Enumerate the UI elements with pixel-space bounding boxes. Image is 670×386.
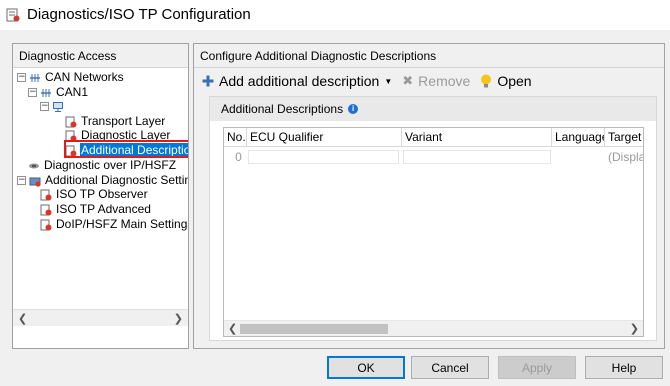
tree-item-diagnostic-over-ip[interactable]: Diagnostic over IP/HSFZ <box>28 158 177 173</box>
open-button[interactable]: Open <box>480 73 532 89</box>
settings-doc-icon <box>40 219 52 230</box>
ok-button[interactable]: OK <box>327 356 405 379</box>
window-title: Diagnostics/ISO TP Configuration <box>27 6 251 23</box>
tree-item-can-networks[interactable]: − CAN Networks <box>17 70 125 85</box>
open-label: Open <box>497 73 532 89</box>
remove-label: Remove <box>418 73 471 89</box>
remove-button[interactable]: ✖ Remove <box>402 73 470 89</box>
help-button[interactable]: Help <box>585 356 663 379</box>
table-row[interactable]: 0 (Displa <box>224 148 643 166</box>
remove-x-icon: ✖ <box>402 73 414 88</box>
scroll-right-icon[interactable]: ❯ <box>630 322 639 335</box>
collapse-toggle-icon[interactable]: − <box>28 88 37 97</box>
variant-field[interactable] <box>403 150 551 164</box>
tree-horizontal-scrollbar[interactable]: ❮ ❯ <box>13 309 188 326</box>
tree-item-additional-diagnostic-settings[interactable]: − Additional Diagnostic Settings <box>17 173 188 188</box>
tree-item-node[interactable]: − <box>40 99 69 114</box>
cell-no: 0 <box>235 150 242 164</box>
tree-item-label: Additional Diagnostic Settings <box>45 173 188 187</box>
cancel-button[interactable]: Cancel <box>411 356 489 379</box>
tree-item-label: ISO TP Observer <box>56 187 148 201</box>
ethernet-icon <box>29 163 39 168</box>
tree-item-label: Transport Layer <box>81 114 166 128</box>
tree-item-label: DoIP/HSFZ Main Settings <box>56 217 188 231</box>
descriptions-toolbar: Add additional description ▼ ✖ Remove Op… <box>202 71 542 91</box>
settings-doc-icon <box>65 130 77 141</box>
collapse-toggle-icon[interactable]: − <box>17 176 26 185</box>
configure-descriptions-header: Configure Additional Diagnostic Descript… <box>194 44 664 68</box>
section-title-bar: Additional Descriptions i <box>210 97 656 121</box>
scrollbar-thumb[interactable] <box>240 324 388 334</box>
column-header-no[interactable]: No. <box>224 128 247 147</box>
tree-item-transport-layer[interactable]: Transport Layer <box>65 114 166 129</box>
tree-item-label: ISO TP Advanced <box>56 202 151 216</box>
settings-folder-icon <box>29 177 41 187</box>
scroll-left-icon[interactable]: ❮ <box>228 322 237 335</box>
settings-doc-icon <box>65 145 77 156</box>
table-horizontal-scrollbar[interactable]: ❮ ❯ <box>224 320 643 336</box>
tree-item-doip-hsfz-main-settings[interactable]: DoIP/HSFZ Main Settings <box>40 217 188 232</box>
ecu-qualifier-field[interactable] <box>248 150 399 164</box>
network-icon <box>41 88 51 97</box>
computer-node-icon <box>53 101 63 112</box>
additional-descriptions-section: Additional Descriptions i No. ECU Qualif… <box>209 96 657 341</box>
settings-doc-icon <box>65 116 77 127</box>
column-header-variant[interactable]: Variant <box>402 128 552 147</box>
lightbulb-icon <box>481 74 492 87</box>
tree-item-iso-tp-advanced[interactable]: ISO TP Advanced <box>40 202 152 217</box>
column-header-target[interactable]: Target <box>605 128 643 147</box>
tree-item-label: Diagnostic Layer <box>81 128 171 142</box>
diagnostic-access-panel: Diagnostic Access − CAN Networks − CAN1 <box>12 43 189 349</box>
diagnostic-tree: − CAN Networks − CAN1 − Transport Layer … <box>13 68 188 326</box>
collapse-toggle-icon[interactable]: − <box>17 73 26 82</box>
tree-item-iso-tp-observer[interactable]: ISO TP Observer <box>40 187 149 202</box>
column-header-language[interactable]: Language <box>552 128 605 147</box>
cell-language <box>552 148 605 166</box>
network-icon <box>30 73 40 82</box>
add-description-label: Add additional description <box>219 73 380 89</box>
info-icon[interactable]: i <box>348 104 359 114</box>
apply-button[interactable]: Apply <box>498 356 576 379</box>
scroll-left-icon[interactable]: ❮ <box>18 312 27 325</box>
tree-item-additional-descriptions[interactable]: Additional Descriptions <box>65 143 188 158</box>
scroll-right-icon[interactable]: ❯ <box>174 312 183 325</box>
cell-target: (Displa <box>608 150 644 164</box>
tree-item-label: Additional Descriptions <box>80 143 188 158</box>
title-bar: Diagnostics/ISO TP Configuration <box>0 0 670 30</box>
settings-doc-icon <box>40 204 52 215</box>
configure-descriptions-panel: Configure Additional Diagnostic Descript… <box>193 43 665 349</box>
tree-item-can1[interactable]: − CAN1 <box>28 85 89 100</box>
tree-item-label: Diagnostic over IP/HSFZ <box>44 158 177 172</box>
app-icon <box>6 8 20 22</box>
collapse-toggle-icon[interactable]: − <box>40 102 49 111</box>
dropdown-arrow-icon[interactable]: ▼ <box>384 77 392 86</box>
settings-doc-icon <box>40 189 52 200</box>
diagnostic-access-header: Diagnostic Access <box>13 44 188 68</box>
plus-icon <box>202 75 214 87</box>
column-header-ecu-qualifier[interactable]: ECU Qualifier <box>247 128 402 147</box>
tree-item-diagnostic-layer[interactable]: Diagnostic Layer <box>65 128 171 143</box>
table-header-row: No. ECU Qualifier Variant Language Targe… <box>224 128 643 147</box>
section-title: Additional Descriptions <box>221 102 344 116</box>
tree-item-label: CAN Networks <box>45 70 124 84</box>
tree-item-label: CAN1 <box>56 85 89 99</box>
descriptions-table: No. ECU Qualifier Variant Language Targe… <box>223 127 644 337</box>
add-description-button[interactable]: Add additional description ▼ <box>202 73 392 89</box>
